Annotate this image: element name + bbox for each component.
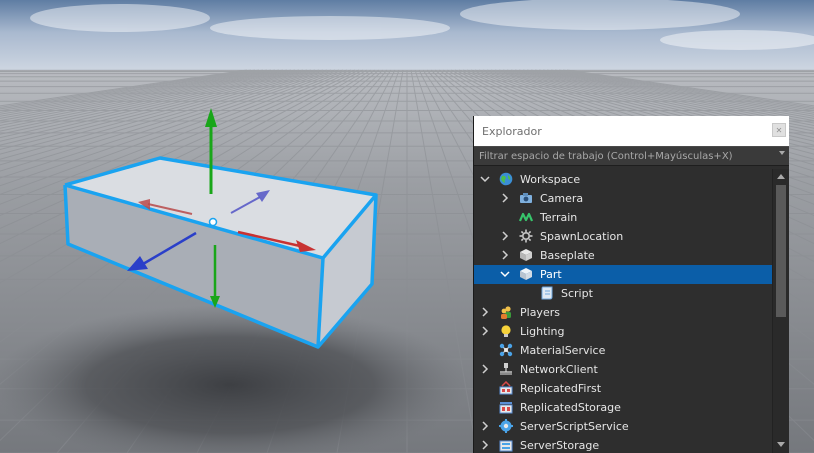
tree-item-replicatedfirst[interactable]: ReplicatedFirst	[474, 379, 772, 398]
tree-item-spawnlocation[interactable]: SpawnLocation	[474, 227, 772, 246]
tree-item-label: Camera	[540, 192, 584, 205]
explorer-title: Explorador	[482, 124, 542, 138]
chevron-right-icon[interactable]	[480, 421, 490, 431]
tree-item-serverstorage[interactable]: ServerStorage	[474, 436, 772, 453]
explorer-header: Explorador ✕	[474, 116, 789, 146]
tree-item-networkclient[interactable]: NetworkClient	[474, 360, 772, 379]
explorer-tree: Workspace Camera Terrain SpawnLocation B…	[474, 169, 772, 453]
part-icon	[520, 268, 532, 280]
explorer-scrollbar[interactable]	[772, 169, 789, 453]
chevron-down-icon[interactable]	[500, 269, 510, 279]
tree-item-label: SpawnLocation	[540, 230, 624, 243]
chevron-right-icon[interactable]	[480, 364, 490, 374]
replicated-storage-icon	[499, 402, 513, 414]
tree-item-label: Players	[520, 306, 560, 319]
tree-item-label: Part	[540, 268, 562, 281]
tree-item-label: ServerStorage	[520, 439, 600, 452]
tree-item-baseplate[interactable]: Baseplate	[474, 246, 772, 265]
tree-item-script[interactable]: Script	[474, 284, 772, 303]
server-storage-icon	[499, 440, 513, 452]
scroll-up-arrow-icon[interactable]	[777, 174, 785, 179]
tree-item-players[interactable]: Players	[474, 303, 772, 322]
explorer-filter-input[interactable]: Filtrar espacio de trabajo (Control+Mayú…	[474, 146, 789, 166]
network-client-icon	[500, 363, 512, 375]
tree-item-lighting[interactable]: Lighting	[474, 322, 772, 341]
chevron-right-icon[interactable]	[480, 440, 490, 450]
chevron-right-icon[interactable]	[500, 193, 510, 203]
chevron-right-icon[interactable]	[500, 231, 510, 241]
chevron-down-icon[interactable]	[779, 151, 785, 155]
chevron-down-icon[interactable]	[480, 174, 490, 184]
tree-item-label: Script	[561, 287, 593, 300]
tree-item-workspace[interactable]: Workspace	[474, 170, 772, 189]
tree-item-label: ServerScriptService	[520, 420, 629, 433]
gizmo-center-handle[interactable]	[208, 217, 218, 227]
tree-item-label: ReplicatedStorage	[520, 401, 621, 414]
spawn-icon	[519, 229, 533, 243]
replicated-first-icon	[499, 381, 513, 395]
script-icon	[541, 286, 553, 300]
tree-item-label: Terrain	[540, 211, 578, 224]
terrain-icon	[519, 212, 533, 222]
tree-item-label: Workspace	[520, 173, 581, 186]
globe-icon	[499, 172, 513, 186]
chevron-right-icon[interactable]	[480, 307, 490, 317]
tree-item-part[interactable]: Part	[474, 265, 772, 284]
material-service-icon	[499, 343, 513, 357]
tree-item-materialservice[interactable]: MaterialService	[474, 341, 772, 360]
chevron-right-icon[interactable]	[480, 326, 490, 336]
filter-placeholder: Filtrar espacio de trabajo (Control+Mayú…	[479, 150, 733, 162]
tree-item-serverscriptservice[interactable]: ServerScriptService	[474, 417, 772, 436]
part-icon	[520, 249, 532, 261]
tree-item-label: Lighting	[520, 325, 565, 338]
explorer-panel: Explorador ✕ Filtrar espacio de trabajo …	[473, 116, 789, 453]
tree-item-label: ReplicatedFirst	[520, 382, 602, 395]
tree-item-camera[interactable]: Camera	[474, 189, 772, 208]
camera-icon	[520, 193, 532, 203]
server-script-service-icon	[499, 419, 513, 433]
tree-item-label: MaterialService	[520, 344, 606, 357]
chevron-right-icon[interactable]	[500, 250, 510, 260]
scrollbar-thumb[interactable]	[776, 185, 786, 317]
close-icon[interactable]: ✕	[772, 123, 786, 137]
lightbulb-icon	[501, 325, 511, 337]
scroll-down-arrow-icon[interactable]	[777, 442, 785, 447]
tree-item-terrain[interactable]: Terrain	[474, 208, 772, 227]
tree-item-label: Baseplate	[540, 249, 595, 262]
tree-item-replicatedstorage[interactable]: ReplicatedStorage	[474, 398, 772, 417]
tree-item-label: NetworkClient	[520, 363, 598, 376]
players-icon	[501, 306, 511, 319]
